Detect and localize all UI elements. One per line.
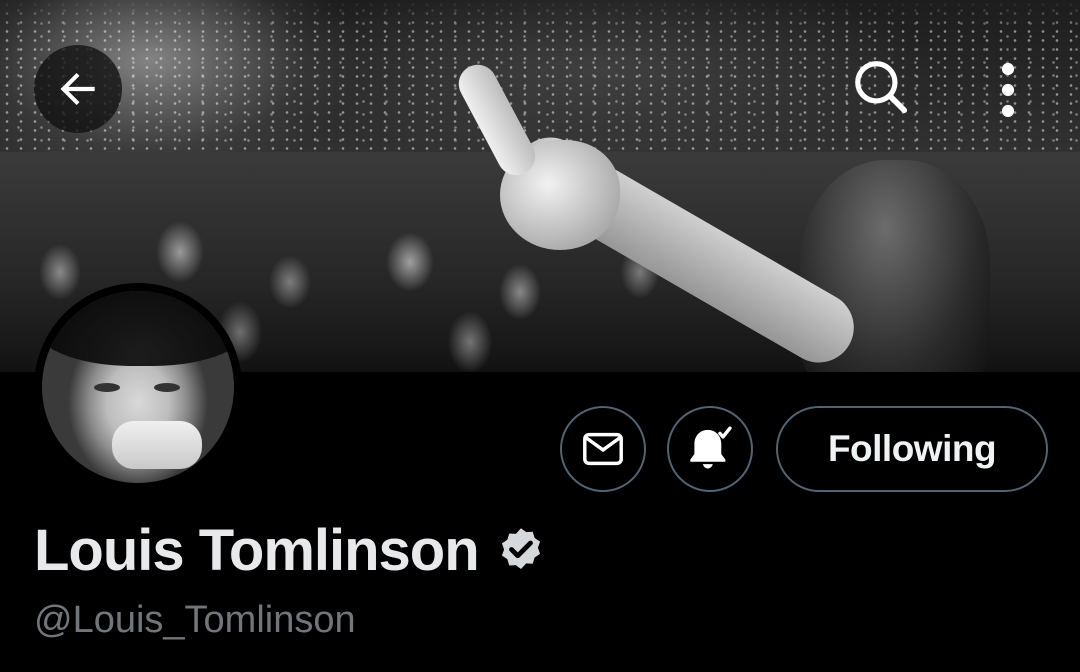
display-name: Louis Tomlinson [34, 518, 480, 583]
avatar[interactable] [34, 283, 242, 491]
following-button[interactable]: Following [776, 406, 1048, 492]
avatar-eye-right [154, 383, 180, 392]
verified-badge-icon [501, 528, 540, 569]
more-options-button[interactable] [982, 52, 1034, 128]
arrow-left-icon [60, 72, 95, 106]
avatar-hand [112, 421, 202, 469]
notifications-button[interactable] [667, 406, 753, 492]
avatar-hair [42, 291, 234, 366]
search-button[interactable] [846, 52, 916, 122]
avatar-image [42, 291, 234, 483]
user-handle: @Louis_Tomlinson [34, 599, 356, 641]
bell-check-icon [690, 426, 732, 469]
search-icon [855, 61, 908, 114]
message-button[interactable] [560, 406, 646, 492]
back-button[interactable] [34, 45, 122, 133]
more-vertical-icon [1001, 62, 1015, 118]
envelope-icon [583, 432, 623, 466]
avatar-eye-left [94, 383, 120, 392]
profile-name-row: Louis Tomlinson [34, 516, 547, 586]
